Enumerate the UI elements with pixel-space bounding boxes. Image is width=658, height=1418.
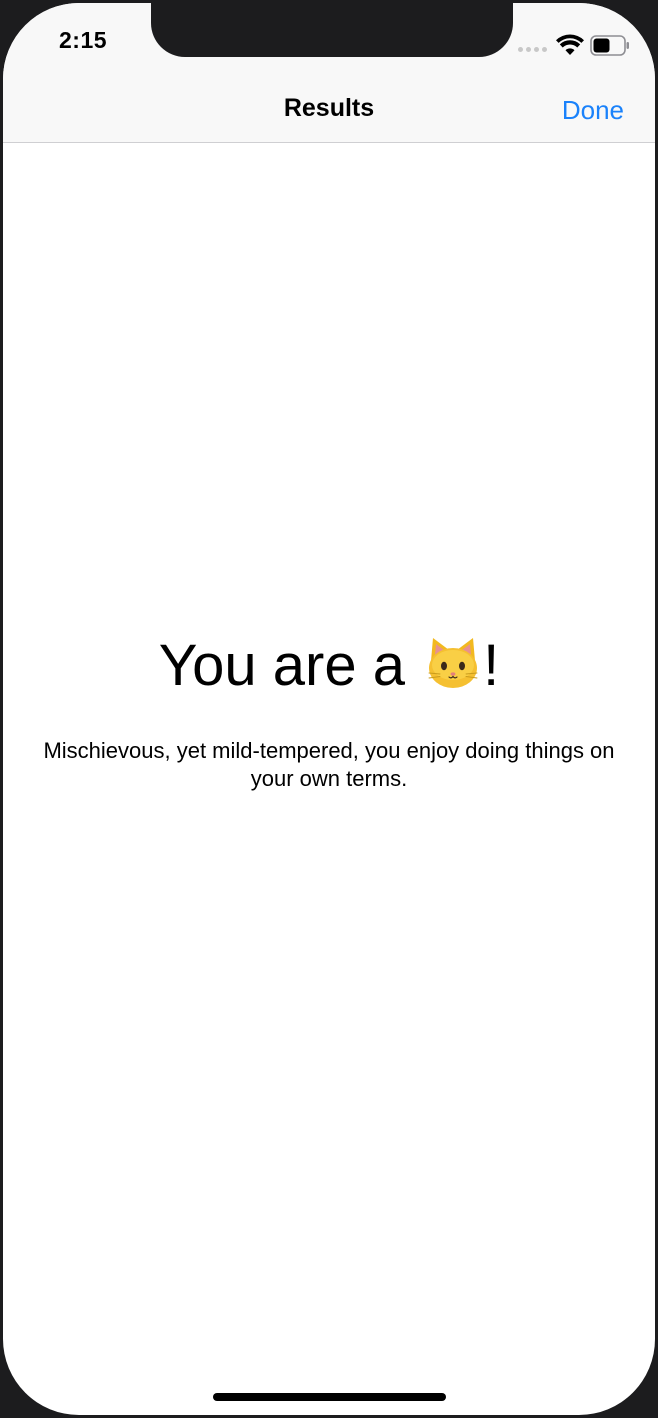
battery-icon — [590, 35, 629, 56]
navigation-bar: Results Done — [3, 91, 655, 143]
cat-face-icon — [428, 638, 478, 688]
done-button[interactable]: Done — [562, 91, 624, 129]
notch — [151, 3, 513, 57]
status-time: 2:15 — [59, 27, 108, 53]
wifi-icon — [556, 34, 584, 55]
home-indicator[interactable] — [213, 1393, 446, 1401]
result-heading-prefix: You are a — [158, 633, 422, 698]
screen: 2:15 Results Done You are a ! Mischievou… — [3, 3, 655, 1415]
device-frame: 2:15 Results Done You are a ! Mischievou… — [0, 0, 658, 1418]
status-bar: 2:15 — [3, 3, 655, 91]
result-description: Mischievous, yet mild-tempered, you enjo… — [43, 738, 615, 791]
result-heading-suffix: ! — [483, 633, 500, 698]
result-heading: You are a ! — [3, 631, 655, 701]
page-title: Results — [283, 94, 375, 122]
cellular-signal-icon — [518, 44, 548, 54]
